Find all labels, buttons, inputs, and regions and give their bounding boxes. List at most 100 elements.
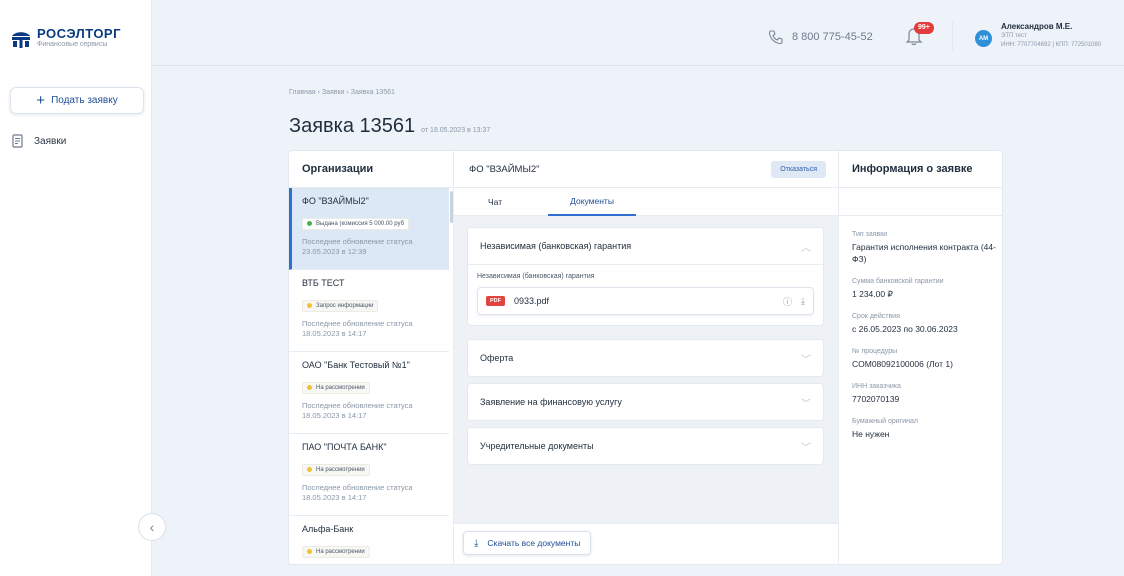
documents-panel: ФО "ВЗАЙМЫ2" Отказаться Чат Документы Не… xyxy=(454,151,838,564)
org-updated: Последнее обновление статуса 18.05.2023 … xyxy=(302,318,413,338)
plus-icon: + xyxy=(36,91,46,109)
top-header: 8 800 775-45-52 99+ АМ Александров М.Е. … xyxy=(152,0,1124,66)
organizations-panel: Организации ФО "ВЗАЙМЫ2" Выдана (комисси… xyxy=(289,151,454,564)
phone-link[interactable]: 8 800 775-45-52 xyxy=(768,29,873,45)
accordion-header[interactable]: Заявление на финансовую услугу ﹀ xyxy=(468,384,823,420)
status-dot xyxy=(307,303,312,308)
org-updated: Последнее обновление статуса 18.05.2023 … xyxy=(302,400,413,420)
status-dot xyxy=(307,221,312,226)
application-card: Организации ФО "ВЗАЙМЫ2" Выдана (комисси… xyxy=(288,150,1003,565)
phone-number: 8 800 775-45-52 xyxy=(792,31,873,43)
breadcrumb-current: Заявка 13561 xyxy=(350,89,395,96)
status-text: На рассмотрении xyxy=(316,384,365,391)
info-field: Сумма банковской гарантии 1 234.00 ₽ xyxy=(852,278,997,300)
chevron-down-icon: ﹀ xyxy=(801,398,811,410)
field-label: № процедуры xyxy=(852,348,898,355)
accordion-header[interactable]: Независимая (банковская) гарантия ︿ xyxy=(468,228,823,264)
org-updated: Последнее обновление статуса 18.05.2023 … xyxy=(302,482,413,502)
info-field: № процедуры COM08092100006 (Лот 1) xyxy=(852,348,997,370)
page-title: Заявка 13561 xyxy=(289,115,416,137)
accordion-offer: Оферта ﹀ xyxy=(467,339,824,377)
tab-documents[interactable]: Документы xyxy=(548,188,636,216)
status-dot xyxy=(307,467,312,472)
file-name[interactable]: 0933.pdf xyxy=(514,296,774,306)
status-text: На рассмотрении xyxy=(316,548,365,555)
new-application-button[interactable]: + Подать заявку xyxy=(10,87,144,114)
chevron-left-icon: ‹ xyxy=(149,519,155,535)
info-icon[interactable]: ⓘ xyxy=(783,295,792,308)
info-field: Тип заявки Гарантия исполнения контракта… xyxy=(852,231,997,265)
scrollbar[interactable] xyxy=(450,191,453,223)
status-dot xyxy=(307,385,312,390)
status-badge: На рассмотрении xyxy=(302,381,370,394)
org-name: ОАО "Банк Тестовый №1" xyxy=(302,360,410,370)
status-badge: Выдана (комиссия 5 000.00 руб xyxy=(302,217,410,230)
phone-icon xyxy=(768,30,783,45)
org-title: ФО "ВЗАЙМЫ2" xyxy=(469,163,540,175)
accordion-founding-docs: Учредительные документы ﹀ xyxy=(467,427,824,465)
user-details: ИНН: 7707704692 | КПП: 772501080 xyxy=(1001,42,1102,48)
document-label: Независимая (банковская) гарантия xyxy=(477,273,595,280)
notifications-badge: 99+ xyxy=(914,22,934,34)
logo-subtitle: Финансовые сервисы xyxy=(37,41,108,48)
avatar[interactable]: АМ xyxy=(975,30,992,47)
org-item[interactable]: ФО "ВЗАЙМЫ2" Выдана (комиссия 5 000.00 р… xyxy=(289,188,449,270)
org-item[interactable]: ПАО "ПОЧТА БАНК" На рассмотрении Последн… xyxy=(289,434,449,516)
download-icon[interactable]: ⤓ xyxy=(801,296,805,307)
chevron-down-icon: ﹀ xyxy=(801,442,811,454)
status-badge: На рассмотрении xyxy=(302,463,370,476)
tab-chat[interactable]: Чат xyxy=(486,188,504,216)
user-name: Александров М.Е. xyxy=(1001,22,1073,31)
accordion-application: Заявление на финансовую услугу ﹀ xyxy=(467,383,824,421)
download-all-button[interactable]: ⤓ Скачать все документы xyxy=(463,531,592,555)
sidebar-item-label: Заявки xyxy=(34,135,67,147)
tabs: Чат Документы xyxy=(454,188,838,216)
logo[interactable]: РОСЭЛТОРГ Финансовые сервисы xyxy=(10,27,121,49)
header-divider xyxy=(952,22,953,50)
file-item[interactable]: PDF 0933.pdf ⓘ ⤓ xyxy=(477,287,814,315)
user-role: ЭТП тест xyxy=(1001,33,1027,39)
org-item[interactable]: ВТБ ТЕСТ Запрос информации Последнее обн… xyxy=(289,270,449,352)
accordion-header[interactable]: Учредительные документы ﹀ xyxy=(468,428,823,464)
status-badge: Запрос информации xyxy=(302,299,379,312)
reject-button[interactable]: Отказаться xyxy=(771,160,826,178)
document-icon xyxy=(12,134,23,148)
breadcrumb-home[interactable]: Главная xyxy=(289,89,316,96)
field-value: с 26.05.2023 по 30.06.2023 xyxy=(852,324,958,334)
field-label: Срок действия xyxy=(852,313,900,320)
info-subheader xyxy=(839,188,1002,216)
field-label: Бумажный оригинал xyxy=(852,418,919,425)
chevron-up-icon: ︿ xyxy=(801,242,811,254)
field-value: Гарантия исполнения контракта (44-ФЗ) xyxy=(852,242,996,264)
field-value: Не нужен xyxy=(852,429,890,439)
collapse-sidebar-button[interactable]: ‹ xyxy=(138,513,166,541)
org-updated: Последнее обновление статуса 23.05.2023 … xyxy=(302,236,413,256)
status-badge: На рассмотрении xyxy=(302,545,370,558)
org-name: ФО "ВЗАЙМЫ2" xyxy=(302,196,369,206)
org-item[interactable]: Альфа-Банк На рассмотрении xyxy=(289,516,449,564)
status-dot xyxy=(307,549,312,554)
breadcrumb: Главная › Заявки › Заявка 13561 xyxy=(289,89,395,96)
user-info[interactable]: Александров М.Е. ЭТП тест ИНН: 770770469… xyxy=(1001,22,1101,50)
accordion-header[interactable]: Оферта ﹀ xyxy=(468,340,823,376)
field-label: ИНН заказчика xyxy=(852,383,901,390)
sidebar-item-applications[interactable]: Заявки xyxy=(12,134,66,148)
org-item[interactable]: ОАО "Банк Тестовый №1" На рассмотрении П… xyxy=(289,352,449,434)
info-fields: Тип заявки Гарантия исполнения контракта… xyxy=(852,231,997,453)
org-name: ПАО "ПОЧТА БАНК" xyxy=(302,442,387,452)
pdf-icon: PDF xyxy=(486,296,505,306)
field-label: Тип заявки xyxy=(852,231,888,238)
accordion-body: Независимая (банковская) гарантия PDF 09… xyxy=(468,264,823,325)
info-panel: Информация о заявке Тип заявки Гарантия … xyxy=(838,151,1002,564)
chevron-down-icon: ﹀ xyxy=(801,354,811,366)
sidebar: РОСЭЛТОРГ Финансовые сервисы + Подать за… xyxy=(0,0,152,576)
download-icon: ⤓ xyxy=(474,537,479,549)
field-value: COM08092100006 (Лот 1) xyxy=(852,359,953,369)
info-field: Бумажный оригинал Не нужен xyxy=(852,418,997,440)
org-header: ФО "ВЗАЙМЫ2" Отказаться xyxy=(454,151,838,188)
org-name: ВТБ ТЕСТ xyxy=(302,278,345,288)
accordion-title: Независимая (банковская) гарантия xyxy=(480,241,632,251)
new-application-label: Подать заявку xyxy=(51,95,118,106)
breadcrumb-applications[interactable]: Заявки xyxy=(322,89,345,96)
field-label: Сумма банковской гарантии xyxy=(852,278,944,285)
